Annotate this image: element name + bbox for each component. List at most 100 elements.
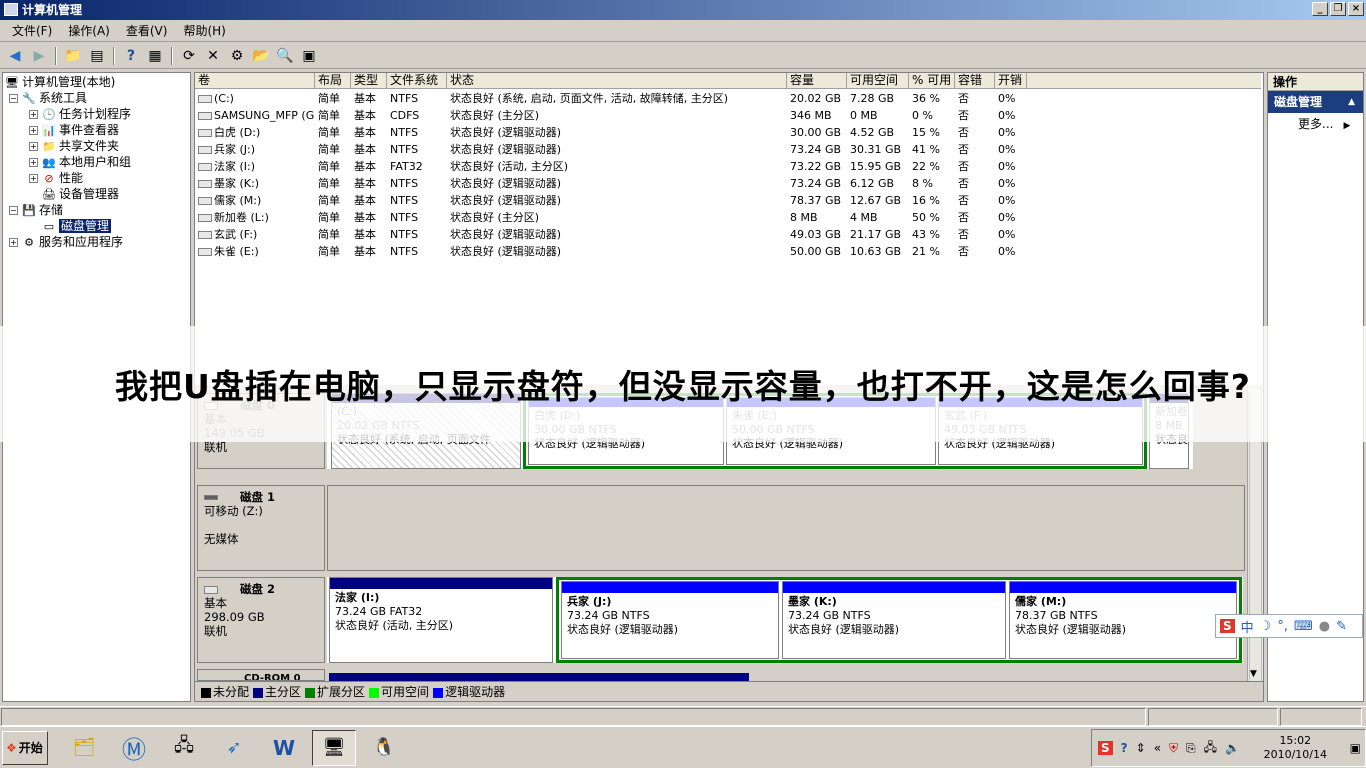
column-header-free-space[interactable]: 可用空间: [847, 73, 909, 89]
column-header-status[interactable]: 状态: [447, 73, 787, 89]
taskbar-feiq[interactable]: ➶: [212, 730, 256, 766]
partition-m[interactable]: 儒家 (M:) 78.37 GB NTFS 状态良好 (逻辑驱动器): [1009, 581, 1237, 659]
table-row[interactable]: 法家 (I:) 简单 基本 FAT32 状态良好 (活动, 主分区) 73.22 GB 15…: [195, 158, 1027, 175]
column-header-capacity[interactable]: 容量: [787, 73, 847, 89]
column-header-filesystem[interactable]: 文件系统: [387, 73, 447, 89]
punctuation-icon[interactable]: °,: [1277, 619, 1288, 634]
forward-arrow-icon[interactable]: ▶: [28, 45, 50, 67]
tree-item-services-apps[interactable]: + ⚙ 服务和应用程序: [9, 234, 123, 250]
partition-d[interactable]: 白虎 (D:) 30.00 GB NTFS 状态良好 (逻辑驱动器): [528, 397, 724, 465]
column-header-percent-free[interactable]: % 可用: [909, 73, 955, 89]
keyboard-icon[interactable]: ⌨: [1294, 619, 1313, 634]
search-icon[interactable]: 🔍: [274, 45, 296, 67]
column-header-fault-tolerance[interactable]: 容错: [955, 73, 995, 89]
actions-more[interactable]: 更多... ▶: [1268, 113, 1363, 135]
tree-item-storage[interactable]: − 💾 存储: [9, 202, 63, 218]
volume-icon[interactable]: 🔈: [1225, 741, 1240, 755]
expand-icon[interactable]: +: [9, 238, 18, 247]
back-arrow-icon[interactable]: ◀: [4, 45, 26, 67]
cdrom-0-label[interactable]: CD-ROM 0: [197, 669, 325, 681]
show-desktop-icon[interactable]: ▣: [1350, 741, 1361, 755]
tree-item-device-manager[interactable]: 🖨 设备管理器: [42, 186, 119, 202]
help-tray-icon[interactable]: ?: [1121, 741, 1128, 755]
partition-j[interactable]: 兵家 (J:) 73.24 GB NTFS 状态良好 (逻辑驱动器): [561, 581, 779, 659]
tree-item-computer-management[interactable]: 🖥 计算机管理(本地): [5, 74, 115, 90]
taskbar-maxthon[interactable]: Ⓜ: [112, 730, 156, 766]
table-row[interactable]: 白虎 (D:) 简单 基本 NTFS 状态良好 (逻辑驱动器) 30.00 GB 4.52 …: [195, 124, 1027, 141]
column-header-overhead[interactable]: 开销: [995, 73, 1027, 89]
tree-item-shared-folders[interactable]: + 📁 共享文件夹: [29, 138, 119, 154]
table-row[interactable]: SAMSUNG_MFP (G:) 简单 基本 CDFS 状态良好 (主分区) 346 MB…: [195, 107, 1027, 124]
collapse-icon[interactable]: −: [9, 94, 18, 103]
column-header-layout[interactable]: 布局: [315, 73, 351, 89]
collapse-up-icon[interactable]: ▲: [1348, 91, 1355, 113]
taskbar-network[interactable]: 🖧: [162, 730, 206, 766]
restore-button[interactable]: ❐: [1330, 2, 1346, 16]
tray-arrows-icon[interactable]: ⇕: [1136, 741, 1146, 755]
start-button[interactable]: ❖ 开始: [2, 730, 48, 765]
ime-mode[interactable]: 中: [1241, 617, 1254, 636]
column-header-volume[interactable]: 卷: [195, 73, 315, 89]
tree-item-task-scheduler[interactable]: + 🕒 任务计划程序: [29, 106, 131, 122]
expand-icon[interactable]: +: [29, 142, 38, 151]
sogou-icon[interactable]: S: [1220, 619, 1235, 633]
minimize-button[interactable]: _: [1312, 2, 1328, 16]
scroll-down-icon[interactable]: ▼: [1250, 669, 1257, 679]
tree-item-local-users[interactable]: + 👥 本地用户和组: [29, 154, 131, 170]
partition-c[interactable]: (C:) 20.02 GB NTFS 状态良好 (系统, 启动, 页面文件: [331, 393, 521, 469]
table-row[interactable]: 新加卷 (L:) 简单 基本 NTFS 状态良好 (主分区) 8 MB 4 MB 50 % 否 0…: [195, 209, 1027, 226]
ime-toolbar[interactable]: S 中 ☽ °, ⌨ ● ✎: [1215, 614, 1363, 638]
actions-disk-management[interactable]: 磁盘管理 ▲: [1268, 91, 1363, 113]
table-row[interactable]: 儒家 (M:) 简单 基本 NTFS 状态良好 (逻辑驱动器) 78.37 GB 12.67…: [195, 192, 1027, 209]
expand-icon[interactable]: +: [29, 174, 38, 183]
disk-0-label[interactable]: 磁盘 0 基本 149.05 GB 联机: [197, 393, 325, 469]
help-icon[interactable]: ?: [120, 45, 142, 67]
disk-1-label[interactable]: 磁盘 1 可移动 (Z:) 无媒体: [197, 485, 325, 571]
properties-icon[interactable]: ⚙: [226, 45, 248, 67]
close-button[interactable]: ×: [1348, 2, 1364, 16]
refresh-icon[interactable]: ⟳: [178, 45, 200, 67]
wrench-icon[interactable]: ✎: [1336, 619, 1347, 634]
table-row[interactable]: 朱雀 (E:) 简单 基本 NTFS 状态良好 (逻辑驱动器) 50.00 GB 10.63…: [195, 243, 1027, 260]
up-folder-icon[interactable]: 📁: [62, 45, 84, 67]
column-header-type[interactable]: 类型: [351, 73, 387, 89]
table-row[interactable]: 兵家 (J:) 简单 基本 NTFS 状态良好 (逻辑驱动器) 73.24 GB 30.31…: [195, 141, 1027, 158]
usb-icon[interactable]: ⎘: [1186, 741, 1196, 756]
menu-file[interactable]: 文件(F): [4, 22, 60, 39]
menu-view[interactable]: 查看(V): [118, 22, 176, 39]
security-icon[interactable]: ⛨: [1169, 741, 1178, 756]
expand-icon[interactable]: +: [29, 158, 38, 167]
collapse-icon[interactable]: −: [9, 206, 18, 215]
partition-l[interactable]: 新加卷 8 MB 状态良: [1149, 393, 1189, 469]
menu-action[interactable]: 操作(A): [60, 22, 118, 39]
taskbar-explorer[interactable]: 🗂: [62, 730, 106, 766]
partition-i[interactable]: 法家 (I:) 73.24 GB FAT32 状态良好 (活动, 主分区): [329, 577, 553, 663]
partition-e[interactable]: 朱雀 (E:) 50.00 GB NTFS 状态良好 (逻辑驱动器): [726, 397, 936, 465]
expand-icon[interactable]: +: [29, 110, 38, 119]
partition-k[interactable]: 墨家 (K:) 73.24 GB NTFS 状态良好 (逻辑驱动器): [782, 581, 1006, 659]
taskbar-computer-management[interactable]: 🖥: [312, 729, 356, 766]
tree-item-event-viewer[interactable]: + 📊 事件查看器: [29, 122, 119, 138]
taskbar-word[interactable]: W: [262, 730, 306, 766]
moon-icon[interactable]: ☽: [1260, 619, 1272, 634]
taskbar-qq[interactable]: 🐧: [362, 730, 406, 766]
tree-item-system-tools[interactable]: − 🔧 系统工具: [9, 90, 87, 106]
table-row[interactable]: (C:) 简单 基本 NTFS 状态良好 (系统, 启动, 页面文件, 活动, 故障转储…: [195, 90, 1027, 107]
user-icon[interactable]: ●: [1319, 619, 1330, 634]
disk-2-label[interactable]: 磁盘 2 基本 298.09 GB 联机: [197, 577, 325, 663]
table-row[interactable]: 墨家 (K:) 简单 基本 NTFS 状态良好 (逻辑驱动器) 73.24 GB 6.12 …: [195, 175, 1027, 192]
network-tray-icon[interactable]: 🖧: [1204, 738, 1217, 759]
disk-settings-icon[interactable]: ▣: [298, 45, 320, 67]
tree-item-disk-management[interactable]: ▭ 磁盘管理: [42, 218, 112, 234]
open-icon[interactable]: 📂: [250, 45, 272, 67]
show-hide-tree-icon[interactable]: ▤: [86, 45, 108, 67]
partition-f[interactable]: 玄武 (F:) 49.03 GB NTFS 状态良好 (逻辑驱动器): [938, 397, 1143, 465]
tree-item-performance[interactable]: + ⊘ 性能: [29, 170, 83, 186]
properties-view-icon[interactable]: ▦: [144, 45, 166, 67]
menu-help[interactable]: 帮助(H): [175, 22, 233, 39]
expand-icon[interactable]: +: [29, 126, 38, 135]
delete-icon[interactable]: ✕: [202, 45, 224, 67]
clock[interactable]: 15:02 2010/10/14: [1264, 734, 1327, 762]
sogou-tray-icon[interactable]: S: [1098, 741, 1113, 755]
show-hidden-icon[interactable]: «: [1154, 741, 1161, 755]
